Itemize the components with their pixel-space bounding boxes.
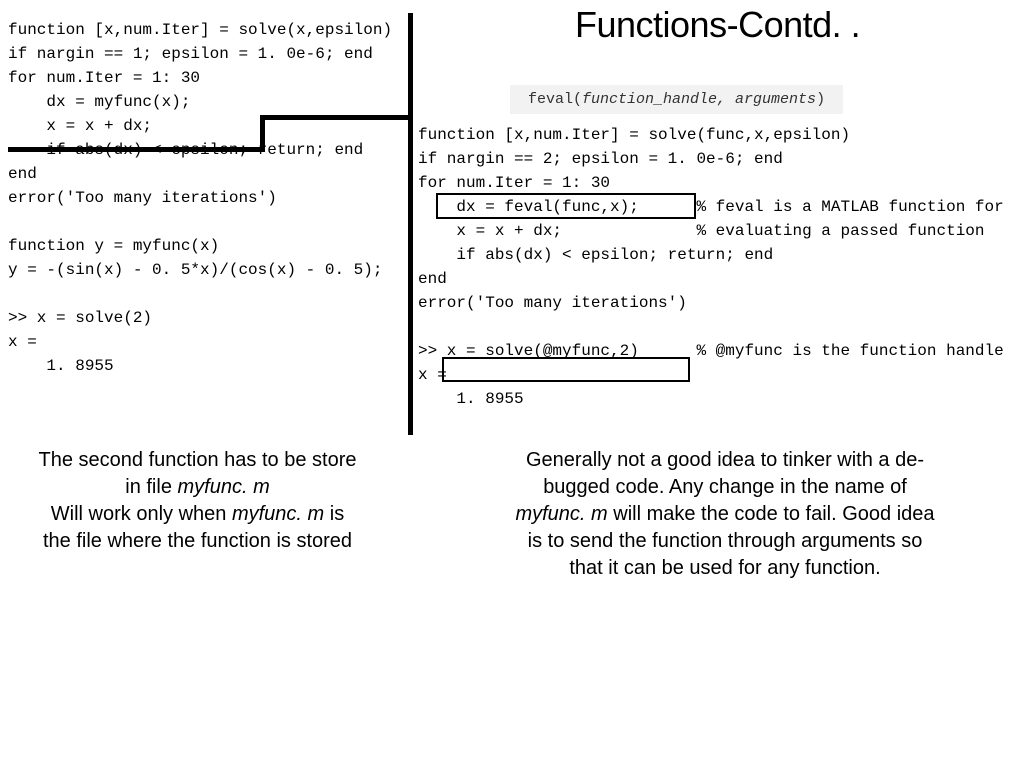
cap-r-line2: bugged code. Any change in the name of: [543, 476, 907, 498]
caption-left: The second function has to be store in f…: [0, 447, 395, 555]
cap-l-line1: The second function has to be store: [39, 449, 357, 471]
cap-r-line3a: myfunc. m: [515, 503, 607, 525]
cap-r-line5: that it can be used for any function.: [569, 557, 880, 579]
connector-horizontal-top: [260, 115, 413, 120]
cap-l-line4: the file where the function is stored: [43, 530, 352, 552]
feval-fn: feval(: [528, 91, 582, 108]
cap-l-line3b: myfunc. m: [232, 503, 324, 525]
highlight-box-feval: [436, 193, 696, 219]
highlight-box-solvecall: [442, 357, 690, 382]
cap-l-line3a: Will work only when: [51, 503, 232, 525]
feval-syntax-banner: feval(function_handle, arguments): [510, 85, 843, 114]
cap-l-line3c: is: [324, 503, 344, 525]
vertical-divider: [408, 13, 413, 435]
cap-l-line2b: myfunc. m: [178, 476, 270, 498]
feval-close: ): [816, 91, 825, 108]
caption-right: Generally not a good idea to tinker with…: [445, 447, 1005, 582]
cap-r-line4: is to send the function through argument…: [528, 530, 923, 552]
cap-r-line1: Generally not a good idea to tinker with…: [526, 449, 924, 471]
cap-l-line2a: in file: [125, 476, 177, 498]
connector-horizontal-bottom: [8, 147, 265, 152]
feval-args: function_handle, arguments: [582, 91, 816, 108]
cap-r-line3b: will make the code to fail. Good idea: [608, 503, 935, 525]
slide-title: Functions-Contd. .: [575, 4, 860, 46]
code-block-left: function [x,num.Iter] = solve(x,epsilon)…: [8, 18, 392, 378]
